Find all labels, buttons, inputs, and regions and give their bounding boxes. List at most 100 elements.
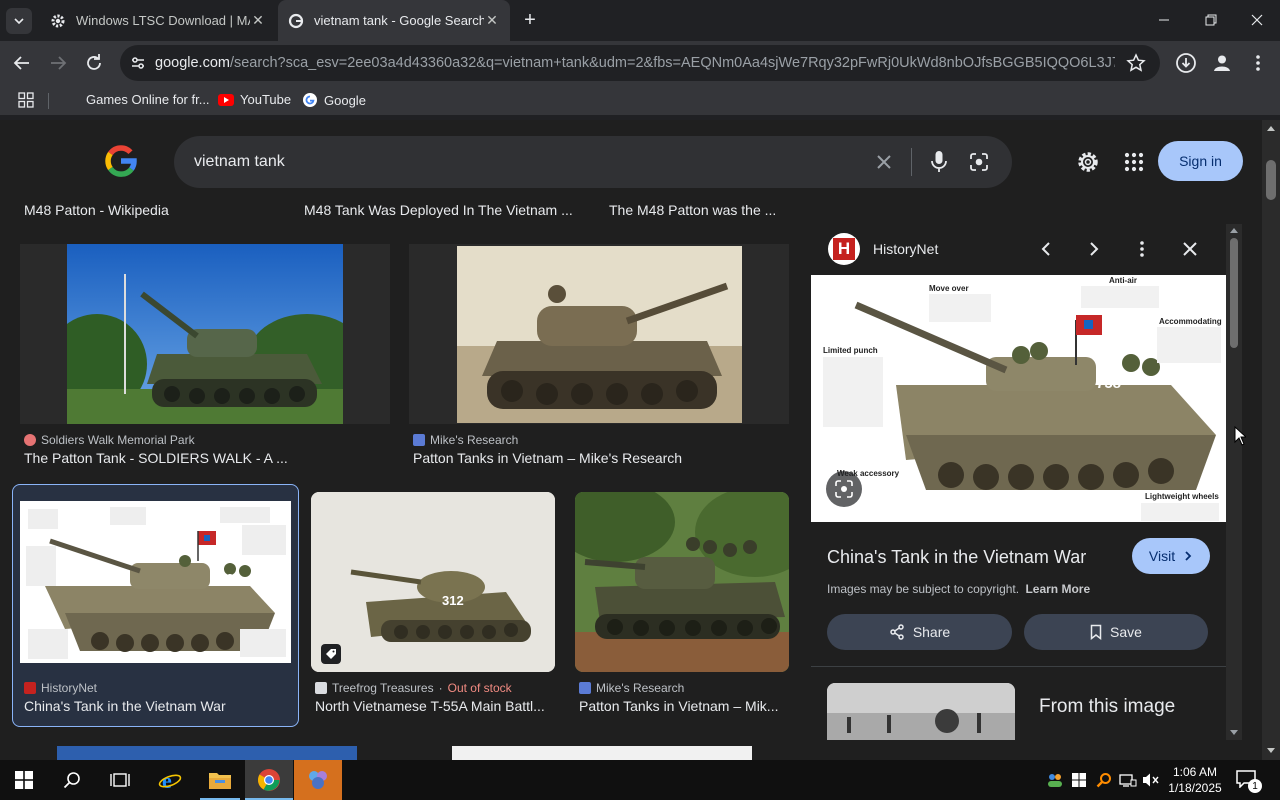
result-source[interactable]: HistoryNet — [24, 681, 97, 695]
panel-scroll-up[interactable] — [1230, 228, 1238, 233]
clear-search-icon[interactable] — [874, 152, 894, 172]
page-scroll-down[interactable] — [1267, 748, 1275, 753]
clock[interactable]: 1:06 AM 1/18/2025 — [1163, 764, 1227, 796]
result-card[interactable]: 312 — [311, 492, 555, 672]
people-tray-icon[interactable] — [1046, 772, 1064, 788]
page-scrollbar[interactable] — [1262, 120, 1280, 760]
result-title[interactable]: The M48 Patton was the ... — [609, 202, 789, 218]
close-window-button[interactable] — [1243, 10, 1271, 30]
action-center-button[interactable]: 1 — [1236, 770, 1262, 793]
infographic-limited-punch: Limited punch — [823, 346, 878, 355]
result-card[interactable] — [575, 492, 789, 672]
copyright-notice: Images may be subject to copyright. Lear… — [827, 582, 1090, 596]
panel-scroll-down[interactable] — [1230, 730, 1238, 735]
image-preview-panel: H HistoryNet 758 Move over Anti-air Acco… — [811, 224, 1242, 740]
microphone-icon[interactable] — [930, 150, 948, 174]
result-title[interactable]: M48 Patton - Wikipedia — [24, 202, 284, 218]
taskbar-search-button[interactable] — [48, 760, 96, 800]
visit-button[interactable]: Visit — [1132, 538, 1210, 574]
result-title[interactable]: China's Tank in the Vietnam War — [24, 698, 292, 714]
new-tab-button[interactable]: + — [518, 8, 542, 32]
lens-camera-icon[interactable] — [968, 151, 990, 173]
search-tray-icon[interactable] — [1096, 772, 1112, 788]
panel-title[interactable]: China's Tank in the Vietnam War — [827, 547, 1086, 568]
reload-button[interactable] — [82, 51, 106, 75]
volume-muted-icon[interactable] — [1142, 772, 1160, 788]
search-input[interactable]: vietnam tank — [194, 153, 285, 171]
preview-image[interactable]: 758 Move over Anti-air Accommodating Lim… — [811, 275, 1226, 522]
more-options-icon[interactable] — [1132, 239, 1152, 259]
result-title[interactable]: The Patton Tank - SOLDIERS WALK - A ... — [24, 450, 384, 466]
panel-source-link[interactable]: H HistoryNet — [828, 233, 938, 265]
profile-button[interactable] — [1210, 51, 1234, 75]
google-apps-button[interactable] — [1124, 152, 1144, 172]
shield-tray-icon[interactable] — [1071, 772, 1087, 788]
stock-status: Out of stock — [447, 681, 512, 695]
result-source[interactable]: Mike's Research — [579, 681, 684, 695]
result-title[interactable]: Patton Tanks in Vietnam – Mike's Researc… — [413, 450, 783, 466]
tag-icon — [326, 649, 336, 659]
previous-image-icon[interactable] — [1036, 239, 1056, 259]
learn-more-link[interactable]: Learn More — [1025, 582, 1090, 596]
save-button[interactable]: Save — [1024, 614, 1208, 650]
bookmark-google[interactable]: Google — [302, 92, 366, 108]
google-logo[interactable] — [104, 144, 138, 178]
task-view-button[interactable] — [96, 760, 144, 800]
bookmark-games-online[interactable]: Games Online for fr... — [86, 92, 210, 107]
close-panel-icon[interactable] — [1180, 239, 1200, 259]
lens-search-button[interactable] — [826, 471, 862, 507]
bookmark-youtube[interactable]: YouTube — [218, 92, 291, 107]
settings-button[interactable] — [1076, 150, 1100, 174]
site-info-icon[interactable] — [129, 54, 147, 72]
search-divider — [911, 148, 912, 176]
result-title[interactable]: M48 Tank Was Deployed In The Vietnam ... — [304, 202, 584, 218]
forward-button[interactable] — [46, 51, 70, 75]
app-taskbar[interactable] — [294, 760, 342, 800]
sign-in-button[interactable]: Sign in — [1158, 141, 1243, 181]
treefrog-favicon — [315, 682, 327, 694]
minimize-button[interactable] — [1150, 10, 1178, 30]
result-title[interactable]: North Vietnamese T-55A Main Battl... — [315, 698, 555, 714]
result-source[interactable]: Treefrog Treasures · Out of stock — [315, 681, 512, 695]
result-card[interactable] — [452, 746, 752, 760]
bookmark-divider — [48, 93, 49, 109]
file-explorer-taskbar[interactable] — [196, 760, 244, 800]
result-card-image[interactable]: 758 — [20, 501, 291, 663]
next-image-icon[interactable] — [1084, 239, 1104, 259]
result-card[interactable] — [409, 244, 789, 424]
share-button[interactable]: Share — [827, 614, 1012, 650]
close-icon — [1251, 14, 1263, 26]
result-card[interactable] — [57, 746, 357, 760]
downloads-button[interactable] — [1174, 51, 1198, 75]
related-image[interactable] — [827, 683, 1015, 740]
search-box[interactable]: vietnam tank — [174, 136, 1012, 188]
chrome-menu-button[interactable] — [1248, 51, 1268, 75]
close-tab-icon[interactable]: ✕ — [250, 12, 266, 29]
url-text[interactable]: google.com/search?sca_esv=2ee03a4d43360a… — [155, 55, 1115, 71]
close-tab-icon[interactable]: ✕ — [484, 12, 500, 29]
type63-infographic-thumb: 758 — [20, 501, 291, 663]
address-bar[interactable]: google.com/search?sca_esv=2ee03a4d43360a… — [120, 45, 1160, 81]
result-title[interactable]: Patton Tanks in Vietnam – Mik... — [579, 698, 789, 714]
chrome-taskbar[interactable] — [245, 760, 293, 800]
back-button[interactable] — [10, 51, 34, 75]
related-photo-image — [827, 683, 1015, 740]
tank-number-label: 758 — [216, 573, 233, 584]
result-source[interactable]: Mike's Research — [413, 433, 518, 447]
panel-scrollbar[interactable] — [1226, 224, 1242, 740]
tab-windows-ltsc[interactable]: Windows LTSC Download | MA ✕ — [40, 4, 276, 37]
apps-button[interactable] — [18, 92, 34, 108]
result-source[interactable]: Soldiers Walk Memorial Park — [24, 433, 195, 447]
start-button[interactable] — [0, 760, 48, 800]
bookmark-star-icon[interactable] — [1126, 53, 1146, 73]
restore-button[interactable] — [1197, 10, 1225, 30]
panel-scroll-thumb[interactable] — [1230, 238, 1238, 348]
network-tray-icon[interactable] — [1119, 772, 1137, 788]
page-scroll-up[interactable] — [1267, 126, 1275, 131]
result-card[interactable] — [20, 244, 390, 424]
tab-vietnam-tank[interactable]: vietnam tank - Google Search ✕ — [278, 0, 510, 41]
url-host: google.com — [155, 55, 230, 71]
tab-search-button[interactable] — [6, 8, 32, 34]
internet-explorer-taskbar[interactable]: e — [146, 760, 194, 800]
page-scroll-thumb[interactable] — [1266, 160, 1276, 200]
